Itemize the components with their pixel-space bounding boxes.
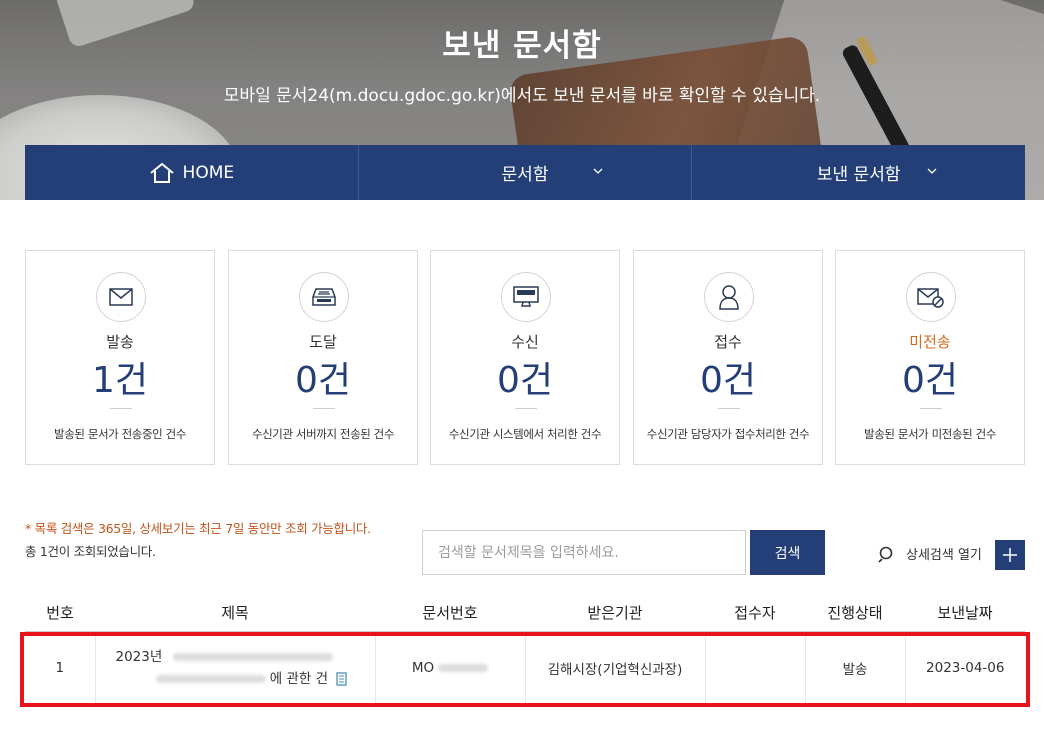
row-status: 발송: [805, 631, 906, 706]
row-title-link[interactable]: 2023년 에 관한 건: [95, 631, 376, 706]
nav-docbox-label: 문서함: [501, 165, 549, 185]
status-card-unsent: 미전송 0건 발송된 문서가 미전송된 건수: [835, 250, 1025, 465]
breadcrumb-nav: HOME 문서함 보낸 문서함: [25, 145, 1025, 200]
nav-sent-label: 보낸 문서함: [816, 165, 901, 185]
chevron-down-icon: [593, 168, 603, 174]
redacted-text: [155, 675, 266, 683]
column-header-receiver: 받은기관: [525, 594, 705, 632]
search-notice: * 목록 검색은 365일, 상세보기는 최근 7일 동안만 조회 가능합니다.: [25, 521, 371, 536]
system-monitor-icon: [501, 272, 551, 322]
expand-detail-button[interactable]: [995, 540, 1025, 570]
table-row[interactable]: 1 2023년 에 관한 건 MO 김해시장(기업혁신과장) 발송 2023-0…: [25, 631, 1025, 706]
card-count: 0건: [699, 360, 757, 401]
column-header-receiver-person: 접수자: [705, 594, 805, 632]
status-card-received: 수신 0건 수신기관 시스템에서 처리한 건수: [430, 250, 620, 465]
search-button[interactable]: 검색: [750, 530, 825, 575]
row-receiver-person: [705, 631, 806, 706]
divider: [920, 408, 942, 409]
title-text-line2: 에 관한 건: [269, 671, 329, 687]
status-card-delivered: 도달 0건 수신기관 서버까지 전송된 건수: [228, 250, 418, 465]
title-text-line1: 2023년: [115, 649, 163, 665]
card-label: 접수: [714, 333, 742, 351]
nav-home[interactable]: HOME: [25, 145, 359, 200]
card-label: 미전송: [909, 333, 951, 351]
card-count: 1건: [91, 360, 149, 401]
row-number: 1: [25, 631, 96, 706]
card-label: 도달: [309, 333, 337, 351]
status-card-sent: 발송 1건 발송된 문서가 전송중인 건수: [25, 250, 215, 465]
card-description: 수신기관 서버까지 전송된 건수: [251, 427, 395, 441]
card-label: 발송: [106, 333, 134, 351]
nav-sent-dropdown[interactable]: 보낸 문서함: [692, 145, 1025, 200]
page-title: 보낸 문서함: [442, 28, 602, 64]
card-count: 0건: [294, 360, 352, 401]
result-count: 총 1건이 조회되었습니다.: [25, 544, 156, 559]
envelope-blocked-icon: [906, 272, 956, 322]
card-description: 발송된 문서가 미전송된 건수: [864, 427, 996, 441]
card-count: 0건: [496, 360, 554, 401]
row-sent-date: 2023-04-06: [905, 631, 1025, 706]
column-header-sent-date: 보낸날짜: [905, 594, 1025, 632]
card-description: 발송된 문서가 전송중인 건수: [54, 427, 186, 441]
redacted-text: [172, 653, 333, 661]
page-subtitle: 모바일 문서24(m.docu.gdoc.go.kr)에서도 보낸 문서를 바로…: [223, 86, 821, 106]
table-header-row: 번호 제목 문서번호 받은기관 접수자 진행상태 보낸날짜: [25, 594, 1025, 632]
sent-documents-table: 번호 제목 문서번호 받은기관 접수자 진행상태 보낸날짜 1 2023년 에 …: [25, 594, 1025, 706]
divider: [110, 408, 132, 409]
chevron-down-icon: [927, 168, 937, 174]
attachment-icon[interactable]: [336, 672, 348, 686]
home-icon: [149, 162, 174, 183]
envelope-icon: [96, 272, 146, 322]
column-header-number: 번호: [25, 594, 95, 632]
nav-home-label: HOME: [182, 162, 235, 183]
column-header-doc-number: 문서번호: [375, 594, 525, 632]
divider: [313, 408, 335, 409]
card-description: 수신기관 담당자가 접수처리한 건수: [646, 427, 810, 441]
person-icon: [704, 272, 754, 322]
card-label: 수신: [511, 333, 539, 351]
hero-banner: 보낸 문서함 모바일 문서24(m.docu.gdoc.go.kr)에서도 보낸…: [0, 0, 1044, 200]
plus-icon: [1003, 548, 1017, 562]
detail-search-toggle[interactable]: 상세검색 열기: [878, 544, 982, 563]
server-tray-icon: [299, 272, 349, 322]
status-card-accepted: 접수 0건 수신기관 담당자가 접수처리한 건수: [633, 250, 823, 465]
column-header-title: 제목: [95, 594, 375, 632]
detail-search-label: 상세검색 열기: [906, 548, 982, 563]
nav-docbox-dropdown[interactable]: 문서함: [359, 145, 693, 200]
card-description: 수신기관 시스템에서 처리한 건수: [448, 427, 602, 441]
column-header-status: 진행상태: [805, 594, 905, 632]
search-icon: [878, 546, 893, 563]
divider: [515, 408, 537, 409]
card-count: 0건: [901, 360, 959, 401]
redacted-text: [438, 664, 489, 672]
row-doc-number: MO: [375, 631, 526, 706]
row-receiver: 김해시장(기업혁신과장): [525, 631, 706, 706]
doc-number-text: MO: [411, 660, 435, 676]
divider: [718, 408, 740, 409]
search-input[interactable]: [422, 530, 746, 575]
